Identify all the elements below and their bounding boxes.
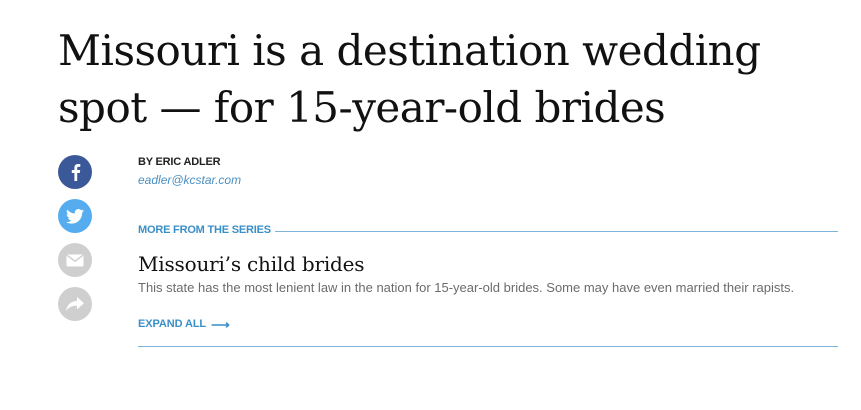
expand-all-button[interactable]: EXPAND ALL ⟶ [138, 316, 230, 332]
arrow-right-icon: ⟶ [211, 316, 230, 332]
series-bottom-divider [138, 346, 838, 347]
series-divider [274, 231, 838, 232]
twitter-share-button[interactable] [58, 199, 92, 233]
series-module: MORE FROM THE SERIES Missouri’s child br… [138, 221, 838, 347]
series-label[interactable]: MORE FROM THE SERIES [138, 224, 275, 236]
facebook-icon [71, 164, 81, 181]
series-description: This state has the most lenient law in t… [138, 280, 795, 295]
twitter-icon [66, 208, 84, 224]
share-button[interactable] [58, 287, 92, 321]
article-headline: Missouri is a destination wedding spot —… [58, 26, 761, 132]
email-icon [66, 254, 84, 266]
share-rail [58, 155, 92, 331]
byline: BY ERIC ADLER eadler@kcstar.com [138, 155, 241, 189]
share-arrow-icon [66, 296, 84, 311]
facebook-share-button[interactable] [58, 155, 92, 189]
series-title[interactable]: Missouri’s child brides [138, 252, 838, 276]
series-header: MORE FROM THE SERIES [138, 221, 838, 239]
email-share-button[interactable] [58, 243, 92, 277]
author-email-link[interactable]: eadler@kcstar.com [138, 172, 241, 188]
expand-all-label: EXPAND ALL [138, 318, 207, 330]
author-name: BY ERIC ADLER [138, 156, 221, 168]
